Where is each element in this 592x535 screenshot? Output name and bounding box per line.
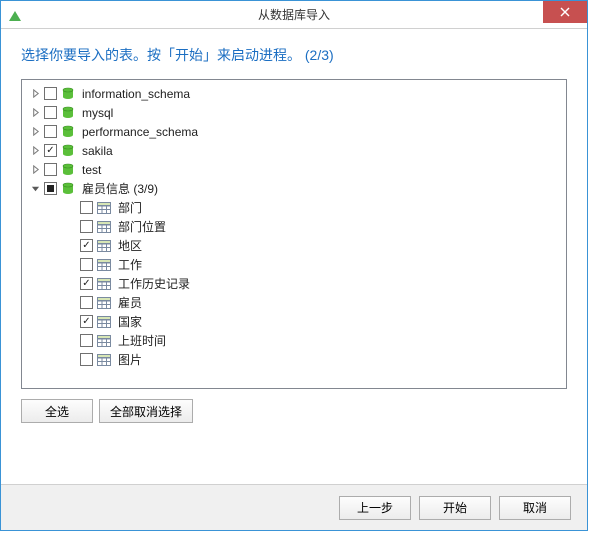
table-icon <box>96 352 112 368</box>
checkbox[interactable] <box>80 334 93 347</box>
tree-row-table[interactable]: 部门 <box>24 198 564 217</box>
tree-row-database[interactable]: information_schema <box>24 84 564 103</box>
checkbox[interactable] <box>44 182 57 195</box>
table-icon <box>96 257 112 273</box>
database-icon <box>60 143 76 159</box>
tree-row-table[interactable]: 地区 <box>24 236 564 255</box>
close-button[interactable] <box>543 1 587 23</box>
tree-row-database[interactable]: performance_schema <box>24 122 564 141</box>
expander-icon[interactable] <box>28 163 42 177</box>
checkbox[interactable] <box>80 239 93 252</box>
tree-item-label: information_schema <box>80 87 192 101</box>
tree-item-label: 雇员 <box>116 294 144 311</box>
checkbox[interactable] <box>44 87 57 100</box>
tree-row-database[interactable]: mysql <box>24 103 564 122</box>
tree-item-label: mysql <box>80 106 115 120</box>
back-button[interactable]: 上一步 <box>339 496 411 520</box>
start-button[interactable]: 开始 <box>419 496 491 520</box>
checkbox[interactable] <box>80 277 93 290</box>
expander-icon[interactable] <box>28 182 42 196</box>
tree-row-database[interactable]: test <box>24 160 564 179</box>
dialog-window: 从数据库导入 选择你要导入的表。按「开始」来启动进程。 (2/3) inform… <box>0 0 588 531</box>
tree-item-label: 图片 <box>116 351 144 368</box>
database-icon <box>60 124 76 140</box>
footer: 上一步 开始 取消 <box>1 484 587 530</box>
checkbox[interactable] <box>80 315 93 328</box>
checkbox[interactable] <box>80 201 93 214</box>
tree-row-table[interactable]: 雇员 <box>24 293 564 312</box>
checkbox[interactable] <box>80 220 93 233</box>
tree-item-label: sakila <box>80 144 115 158</box>
tree-item-label: 工作历史记录 <box>116 275 192 292</box>
tree-item-label: 雇员信息 (3/9) <box>80 180 160 197</box>
tree-item-label: 国家 <box>116 313 144 330</box>
database-icon <box>60 162 76 178</box>
table-icon <box>96 238 112 254</box>
tree-view[interactable]: information_schemamysql performance_schem… <box>21 79 567 389</box>
table-icon <box>96 200 112 216</box>
table-icon <box>96 295 112 311</box>
table-icon <box>96 276 112 292</box>
tree-item-label: 上班时间 <box>116 332 168 349</box>
checkbox[interactable] <box>44 125 57 138</box>
tree-row-database[interactable]: 雇员信息 (3/9) <box>24 179 564 198</box>
table-icon <box>96 219 112 235</box>
tree-row-table[interactable]: 工作历史记录 <box>24 274 564 293</box>
selection-button-row: 全选 全部取消选择 <box>21 399 567 423</box>
checkbox[interactable] <box>44 106 57 119</box>
expander-icon[interactable] <box>28 125 42 139</box>
tree-row-table[interactable]: 部门位置 <box>24 217 564 236</box>
checkbox[interactable] <box>80 296 93 309</box>
tree-item-label: test <box>80 163 103 177</box>
select-all-button[interactable]: 全选 <box>21 399 93 423</box>
tree-row-table[interactable]: 工作 <box>24 255 564 274</box>
deselect-all-button[interactable]: 全部取消选择 <box>99 399 193 423</box>
database-icon <box>60 105 76 121</box>
tree-item-label: performance_schema <box>80 125 200 139</box>
database-icon <box>60 181 76 197</box>
expander-icon[interactable] <box>28 144 42 158</box>
checkbox[interactable] <box>80 353 93 366</box>
tree-item-label: 部门 <box>116 199 144 216</box>
checkbox[interactable] <box>80 258 93 271</box>
tree-item-label: 工作 <box>116 256 144 273</box>
table-icon <box>96 314 112 330</box>
expander-icon[interactable] <box>28 87 42 101</box>
tree-item-label: 部门位置 <box>116 218 168 235</box>
tree-item-label: 地区 <box>116 237 144 254</box>
tree-row-table[interactable]: 国家 <box>24 312 564 331</box>
expander-icon[interactable] <box>28 106 42 120</box>
checkbox[interactable] <box>44 144 57 157</box>
tree-row-table[interactable]: 图片 <box>24 350 564 369</box>
tree-row-table[interactable]: 上班时间 <box>24 331 564 350</box>
table-icon <box>96 333 112 349</box>
header-area: 选择你要导入的表。按「开始」来启动进程。 (2/3) <box>1 29 587 73</box>
app-icon <box>7 7 23 23</box>
checkbox[interactable] <box>44 163 57 176</box>
window-title: 从数据库导入 <box>1 6 587 23</box>
instruction-text: 选择你要导入的表。按「开始」来启动进程。 (2/3) <box>21 45 567 65</box>
titlebar: 从数据库导入 <box>1 1 587 29</box>
database-icon <box>60 86 76 102</box>
cancel-button[interactable]: 取消 <box>499 496 571 520</box>
close-icon <box>560 7 570 17</box>
tree-row-database[interactable]: sakila <box>24 141 564 160</box>
